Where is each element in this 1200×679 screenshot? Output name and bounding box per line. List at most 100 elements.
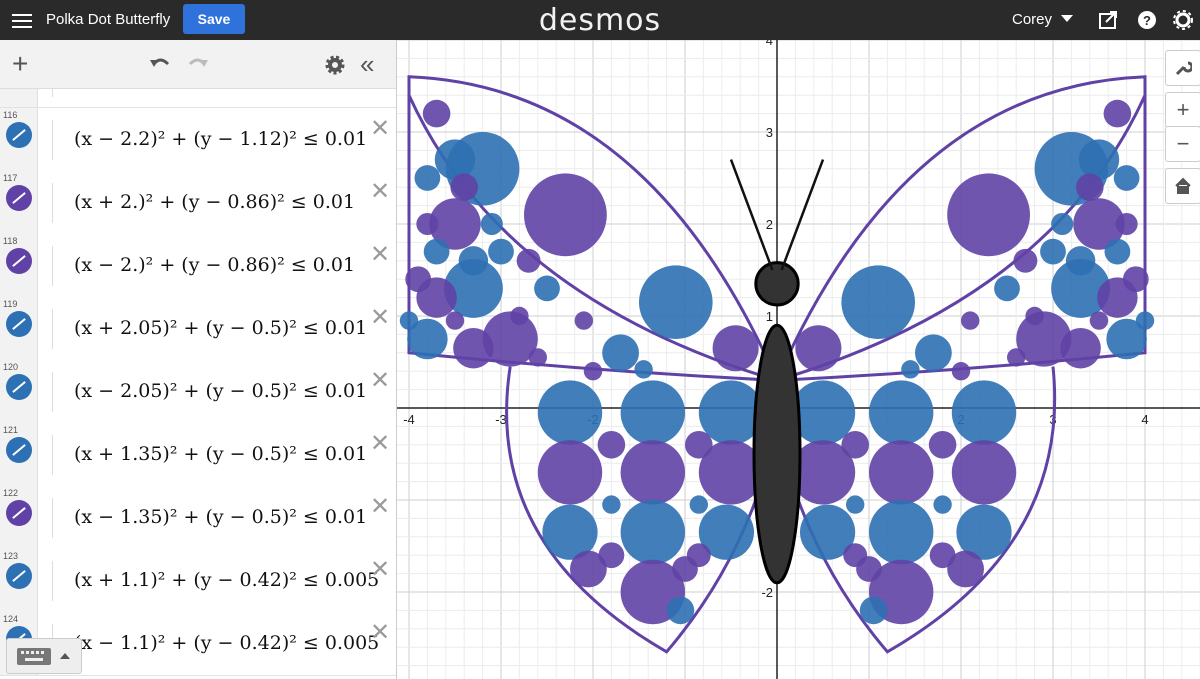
delete-expression-icon[interactable]: ✕ [370,240,390,269]
expression-row[interactable]: 121 (x + 1.35)² + (y − 0.5)² ≤ 0.01 ✕ [0,423,396,487]
delete-expression-icon[interactable]: ✕ [370,555,390,584]
zoom-out-button[interactable]: − [1165,126,1200,162]
share-icon[interactable] [1097,9,1119,31]
expression-row[interactable]: 116 (x − 2.2)² + (y − 1.12)² ≤ 0.01 ✕ [0,108,396,172]
polka-dot [1104,238,1131,265]
expression-row[interactable]: 122 (x − 1.35)² + (y − 0.5)² ≤ 0.01 ✕ [0,486,396,550]
top-bar: Polka Dot Butterfly Save desmos Corey ? [0,0,1200,40]
delete-expression-icon[interactable]: ✕ [370,177,390,206]
svg-text:?: ? [1143,13,1151,28]
expression-input[interactable]: (x − 2.05)² + (y − 0.5)² ≤ 0.01 [74,380,367,402]
y-tick-label: 1 [766,309,773,324]
polka-dot [1089,311,1109,330]
user-menu[interactable]: Corey [1012,11,1052,28]
expression-input[interactable]: (x − 2.)² + (y − 0.86)² ≤ 0.01 [74,254,355,276]
wrench-icon[interactable] [1165,50,1200,86]
polka-dot [488,238,514,265]
polka-dot [1115,212,1138,236]
collapse-panel-button[interactable]: « [360,51,374,77]
graph-canvas[interactable]: -4-3-202344321-1-2-3 [397,40,1200,679]
expression-input[interactable]: (x + 1.35)² + (y − 0.5)² ≤ 0.01 [74,443,367,465]
y-tick-label: 3 [766,125,773,140]
expression-input[interactable]: (x − 2.2)² + (y − 1.12)² ≤ 0.01 [74,128,367,150]
expression-row[interactable]: 120 (x − 2.05)² + (y − 0.5)² ≤ 0.01 ✕ [0,360,396,424]
expression-row[interactable]: 123 (x + 1.1)² + (y − 0.42)² ≤ 0.005 ✕ [0,549,396,613]
home-icon[interactable] [1165,168,1200,204]
color-swatch-icon[interactable] [6,248,32,274]
polka-dot [620,500,685,565]
graph-paper[interactable]: -4-3-202344321-1-2-3 [397,40,1200,679]
redo-icon[interactable] [186,54,210,74]
polka-dot [516,248,541,273]
expression-input[interactable]: (x − 1.35)² + (y − 0.5)² ≤ 0.01 [74,506,367,528]
expression-input[interactable]: (x + 2.05)² + (y − 0.5)² ≤ 0.01 [74,317,367,339]
expression-panel: + « 116 (x − 2.2)² + (y − 1.12)² ≤ 0.01 ✕ 1… [0,40,397,679]
expression-input[interactable]: (x − 1.1)² + (y − 0.42)² ≤ 0.005 [74,632,379,654]
expression-row-partial[interactable] [0,89,396,108]
divider [52,246,53,286]
expression-input[interactable]: (x + 1.1)² + (y − 0.42)² ≤ 0.005 [74,569,379,591]
color-swatch-icon[interactable] [6,185,32,211]
delete-expression-icon[interactable]: ✕ [370,429,390,458]
polka-dot [795,325,842,372]
polka-dot [524,173,607,257]
polka-dot [1076,173,1104,201]
keyboard-toggle-button[interactable] [6,638,82,674]
expression-row[interactable]: 118 (x − 2.)² + (y − 0.86)² ≤ 0.01 ✕ [0,234,396,298]
help-icon[interactable]: ? [1136,9,1158,31]
polka-dot [528,348,547,367]
expression-toolbar: + « [0,40,396,89]
polka-dot [602,495,621,514]
undo-icon[interactable] [148,54,172,74]
menu-icon[interactable] [12,11,32,29]
polka-dot [1106,318,1147,360]
expression-row[interactable]: 117 (x + 2.)² + (y − 0.86)² ≤ 0.01 ✕ [0,171,396,235]
settings-icon[interactable] [1172,9,1194,31]
expression-gutter: 118 [0,234,38,297]
polka-dot [639,265,713,339]
polka-dot [434,139,476,180]
delete-expression-icon[interactable]: ✕ [370,303,390,332]
divider [52,120,53,160]
graph-title[interactable]: Polka Dot Butterfly [46,11,170,28]
polka-dot [994,275,1020,302]
expression-row[interactable]: 119 (x + 2.05)² + (y − 0.5)² ≤ 0.01 ✕ [0,297,396,361]
gear-icon[interactable] [325,55,345,75]
chevron-down-icon[interactable] [1061,15,1073,22]
add-expression-button[interactable]: + [12,50,28,78]
expression-gutter: 119 [0,297,38,360]
polka-dot [1007,348,1026,367]
polka-dot [1051,212,1074,236]
delete-expression-icon[interactable]: ✕ [370,366,390,395]
divider [52,183,53,223]
polka-dot [1040,238,1066,265]
expression-input[interactable]: (x + 2.)² + (y − 0.86)² ≤ 0.01 [74,191,355,213]
expression-gutter: 123 [0,549,38,612]
expression-list: 116 (x − 2.2)² + (y − 1.12)² ≤ 0.01 ✕ 117 (x… [0,89,396,679]
color-swatch-icon[interactable] [6,122,32,148]
delete-expression-icon[interactable]: ✕ [370,618,390,647]
polka-dot [450,173,478,201]
antenna-right [780,159,825,271]
color-swatch-icon[interactable] [6,311,32,337]
zoom-in-button[interactable]: + [1165,92,1200,128]
polka-dot [947,173,1030,257]
delete-expression-icon[interactable]: ✕ [370,492,390,521]
polka-dot [597,431,626,459]
color-swatch-icon[interactable] [6,563,32,589]
polka-dot [602,334,639,372]
polka-dot [951,362,971,381]
delete-expression-icon[interactable]: ✕ [370,114,390,143]
color-swatch-icon[interactable] [6,500,32,526]
polka-dot [666,596,695,625]
expression-number: 122 [3,488,19,498]
polka-dot [416,277,457,318]
x-tick-label: -3 [495,412,507,427]
polka-dot [570,550,607,588]
save-button[interactable]: Save [183,4,245,34]
color-swatch-icon[interactable] [6,437,32,463]
expression-gutter: 117 [0,171,38,234]
polka-dot [1060,327,1101,369]
color-swatch-icon[interactable] [6,374,32,400]
divider [52,561,53,601]
